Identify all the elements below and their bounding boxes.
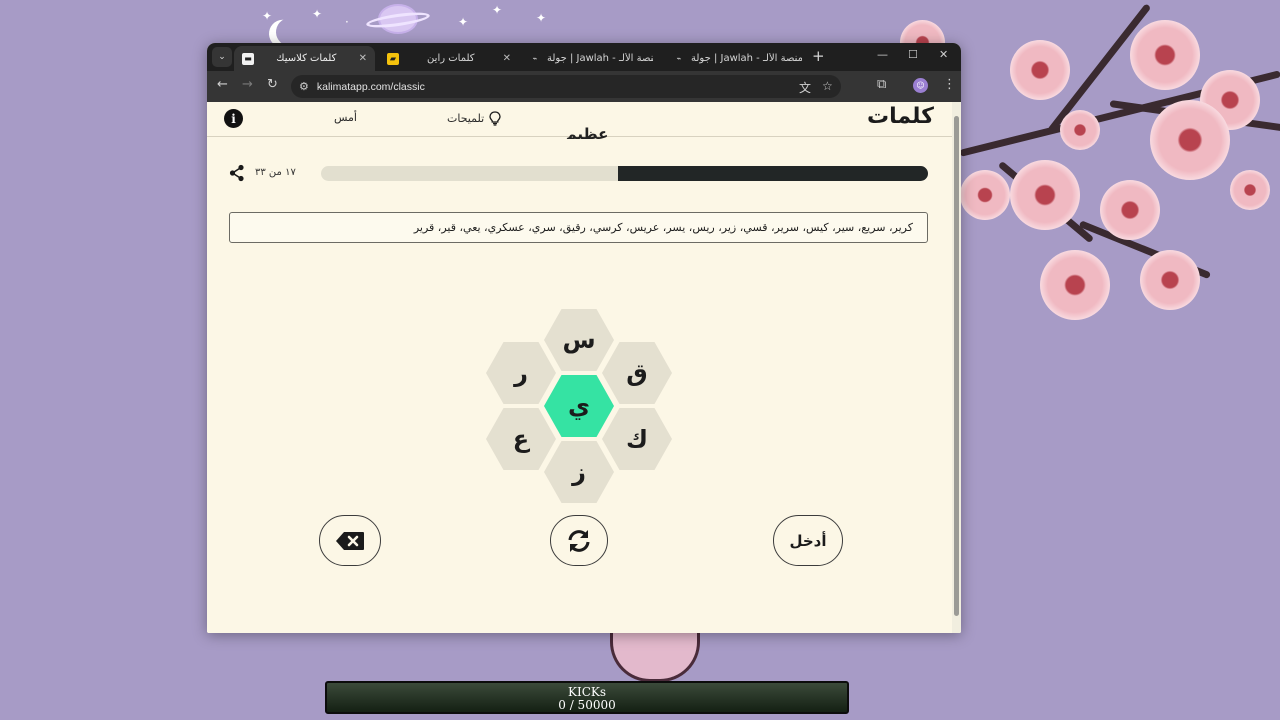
tab-kalimat-rain[interactable]: ▰ كلمات راين ✕: [379, 46, 519, 71]
jawlah-favicon: ⌁: [676, 54, 682, 63]
lightbulb-icon: [489, 111, 501, 126]
tab-title: كلمات كلاسيك: [276, 53, 337, 64]
yesterday-label: أمس: [334, 111, 357, 124]
minimize-icon[interactable]: —: [877, 48, 888, 61]
info-icon[interactable]: i: [224, 109, 243, 128]
hex-letter-upper-right[interactable]: ق: [602, 342, 672, 404]
bookmark-star-icon[interactable]: ☆: [822, 79, 833, 93]
enter-button[interactable]: أدخل: [773, 515, 843, 566]
tab-jawlah-1[interactable]: ⌁ جولة | Jawlah - منصة الألـ: [521, 46, 661, 71]
hints-button[interactable]: تلميحات: [447, 111, 501, 126]
sparkle-icon: ✦: [458, 15, 469, 29]
kalimat-favicon: ▬: [242, 52, 254, 65]
sparkle-icon: ·: [345, 15, 349, 29]
maximize-icon[interactable]: ☐: [908, 48, 918, 61]
site-logo[interactable]: كلمات: [867, 104, 934, 129]
hex-letter-upper-left[interactable]: ر: [486, 342, 556, 404]
tab-kalimat-classic[interactable]: ▬ كلمات كلاسيك ✕: [234, 46, 375, 71]
hex-letter-bottom[interactable]: ز: [544, 441, 614, 503]
address-bar[interactable]: ⚙ kalimatapp.com/classic 文 ☆: [291, 75, 841, 98]
tab-jawlah-2[interactable]: ⌁ جولة | Jawlah - منصة الألـ: [665, 46, 810, 71]
close-tab-icon[interactable]: ✕: [359, 53, 367, 64]
hex-letter-lower-left[interactable]: ع: [486, 408, 556, 470]
web-page: كلمات تلميحات أمس i عظيم ١٧ من ٣٣ كرير، …: [207, 102, 961, 633]
kicks-value: 0 / 50000: [558, 698, 616, 712]
browser-menu-icon[interactable]: ⋮: [943, 78, 956, 91]
site-settings-icon[interactable]: ⚙: [299, 80, 309, 93]
score-progress-bar: [321, 166, 928, 181]
forward-icon[interactable]: →: [242, 78, 253, 91]
browser-toolbar: ← → ↻ ⚙ kalimatapp.com/classic 文 ☆ ⧉ ☺ ⋮: [207, 71, 961, 102]
browser-window: ⌄ ▬ كلمات كلاسيك ✕ ▰ كلمات راين ✕ ⌁ جولة…: [207, 43, 961, 633]
found-words-box[interactable]: كرير، سريع، سير، كيس، سرير، قسي، زير، ري…: [229, 212, 928, 243]
hex-letter-top[interactable]: س: [544, 309, 614, 371]
tab-title: جولة | Jawlah - منصة الألـ: [547, 53, 653, 64]
kicks-counter: KICKs 0 / 50000: [325, 681, 849, 714]
reload-icon[interactable]: ↻: [267, 78, 278, 91]
found-words-list: كرير، سريع، سير، كيس، سرير، قسي، زير، ري…: [413, 221, 913, 234]
page-scrollbar[interactable]: [952, 102, 961, 633]
jawlah-favicon: ⌁: [532, 54, 538, 63]
shuffle-button[interactable]: [550, 515, 608, 566]
translate-icon[interactable]: 文: [799, 79, 811, 96]
profile-avatar[interactable]: ☺: [913, 78, 928, 93]
close-window-icon[interactable]: ✕: [939, 48, 948, 61]
kalimat-rain-favicon: ▰: [387, 52, 399, 65]
character-illustration: [610, 626, 700, 682]
hints-label: تلميحات: [447, 112, 485, 125]
tab-title: جولة | Jawlah - منصة الألـ: [691, 53, 802, 64]
shuffle-icon: [568, 529, 590, 552]
delete-button[interactable]: [319, 515, 381, 566]
sparkle-icon: ✦: [262, 9, 273, 23]
sparkle-icon: ✦: [536, 11, 547, 25]
backspace-icon: [336, 531, 364, 550]
score-text: ١٧ من ٣٣: [255, 167, 296, 178]
rank-title: عظيم: [565, 127, 609, 139]
back-icon[interactable]: ←: [217, 78, 228, 91]
close-tab-icon[interactable]: ✕: [503, 53, 511, 64]
hex-letter-center[interactable]: ي: [544, 375, 614, 437]
url-text: kalimatapp.com/classic: [316, 80, 425, 93]
scrollbar-thumb[interactable]: [954, 116, 959, 616]
extensions-icon[interactable]: ⧉: [877, 78, 886, 91]
new-tab-button[interactable]: +: [812, 47, 825, 65]
yesterday-button[interactable]: أمس: [334, 111, 357, 124]
tab-search-button[interactable]: ⌄: [212, 47, 232, 67]
tab-title: كلمات راين: [427, 53, 475, 64]
enter-label: أدخل: [789, 531, 827, 550]
hex-letter-lower-right[interactable]: ك: [602, 408, 672, 470]
share-icon[interactable]: [229, 164, 245, 182]
sparkle-icon: ✦: [492, 3, 503, 17]
sparkle-icon: ✦: [312, 7, 323, 21]
tab-strip: ⌄ ▬ كلمات كلاسيك ✕ ▰ كلمات راين ✕ ⌁ جولة…: [207, 43, 961, 71]
score-progress-fill: [618, 166, 928, 181]
